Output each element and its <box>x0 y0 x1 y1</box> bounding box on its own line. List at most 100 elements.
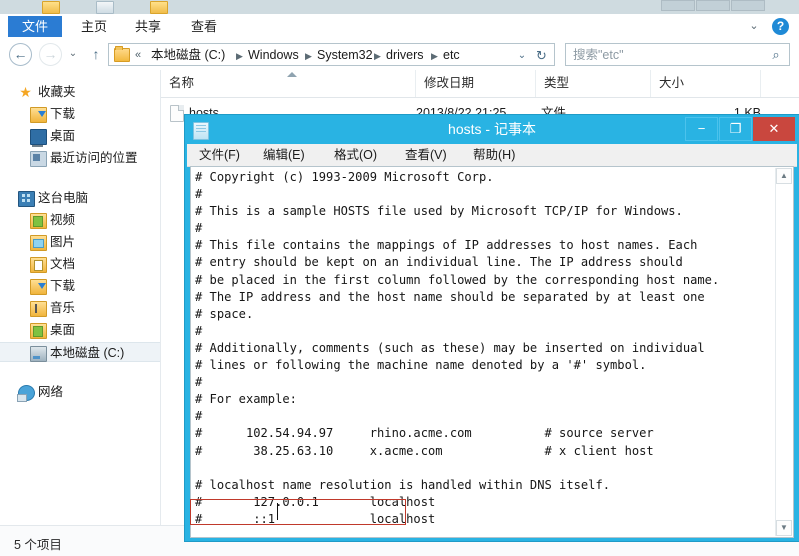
menu-help[interactable]: 帮助(H) <box>473 144 515 166</box>
folder-download-icon <box>30 107 47 123</box>
folder-documents-icon <box>30 257 47 273</box>
sidebar-item-recent-places[interactable]: 最近访问的位置 <box>0 148 160 168</box>
menu-file[interactable]: 文件(F) <box>199 144 240 166</box>
sidebar-item-label: 网络 <box>38 385 64 399</box>
sidebar-item-downloads[interactable]: 下载 <box>0 276 160 296</box>
vertical-scrollbar[interactable]: ▲ ▼ <box>775 168 792 536</box>
address-bar[interactable]: « 本地磁盘 (C:) ▶ Windows ▶ System32 ▶ drive… <box>108 43 555 66</box>
ribbon-tab-bar: 文件 主页 共享 查看 ⌄ ? <box>0 14 799 40</box>
tab-share[interactable]: 共享 <box>126 16 170 37</box>
recent-places-icon <box>30 151 47 167</box>
refresh-icon[interactable]: ↻ <box>534 48 549 63</box>
notepad-menubar: 文件(F) 编辑(E) 格式(O) 查看(V) 帮助(H) <box>187 144 797 167</box>
menu-edit[interactable]: 编辑(E) <box>263 144 305 166</box>
hosts-file-content: # Copyright (c) 1993-2009 Microsoft Corp… <box>195 170 720 526</box>
folder-music-icon <box>30 301 47 317</box>
scroll-up-icon[interactable]: ▲ <box>776 168 792 184</box>
file-icon <box>170 105 184 122</box>
address-bar-row: ← → ⌄ ↑ « 本地磁盘 (C:) ▶ Windows ▶ System32… <box>0 39 799 70</box>
sidebar-item-documents[interactable]: 文档 <box>0 254 160 274</box>
up-button[interactable]: ↑ <box>88 45 104 63</box>
tab-file[interactable]: 文件 <box>8 16 62 37</box>
column-header-modified[interactable]: 修改日期 <box>416 70 536 97</box>
sidebar-item-videos[interactable]: 视频 <box>0 210 160 230</box>
app-icon-3 <box>150 1 168 14</box>
text-caret <box>277 503 278 520</box>
app-icon-1 <box>42 1 60 14</box>
tab-home[interactable]: 主页 <box>72 16 116 37</box>
notepad-titlebar[interactable]: hosts - 记事本 − ❐ ✕ <box>185 115 799 144</box>
breadcrumb-item-0[interactable]: 本地磁盘 (C:) <box>151 47 225 64</box>
sidebar-item-music[interactable]: 音乐 <box>0 298 160 318</box>
search-input[interactable]: 搜索"etc" ⌕ <box>565 43 790 66</box>
app-icon-2 <box>96 1 114 14</box>
this-pc-icon <box>18 191 35 207</box>
sidebar-item-label: 文档 <box>50 257 76 271</box>
sidebar-item-desktop-fav[interactable]: 桌面 <box>0 126 160 147</box>
sidebar-item-label: 这台电脑 <box>38 191 89 205</box>
breadcrumb-sep-2[interactable]: ▶ <box>374 48 381 64</box>
column-header-row: 名称 修改日期 类型 大小 <box>161 70 799 98</box>
sidebar-item-label: 桌面 <box>50 323 76 337</box>
breadcrumb-item-4[interactable]: etc <box>443 47 460 64</box>
search-placeholder: 搜索"etc" <box>573 48 624 62</box>
breadcrumb-sep-3[interactable]: ▶ <box>431 48 438 64</box>
folder-desktop-icon <box>30 323 47 339</box>
sidebar-item-local-disk-c[interactable]: 本地磁盘 (C:) <box>0 342 160 362</box>
help-icon[interactable]: ? <box>772 18 789 35</box>
background-window-minimize[interactable] <box>661 0 695 11</box>
close-button[interactable]: ✕ <box>753 117 795 141</box>
background-window-titlebar <box>0 0 799 15</box>
sidebar-item-label: 本地磁盘 (C:) <box>50 346 125 360</box>
breadcrumb-item-1[interactable]: Windows <box>248 47 299 64</box>
folder-pictures-icon <box>30 235 47 251</box>
column-header-type[interactable]: 类型 <box>536 70 651 97</box>
maximize-button[interactable]: ❐ <box>719 117 752 141</box>
menu-view[interactable]: 查看(V) <box>405 144 447 166</box>
breadcrumb-item-2[interactable]: System32 <box>317 47 373 64</box>
sidebar-item-downloads-fav[interactable]: 下载 <box>0 104 160 124</box>
folder-icon <box>114 46 130 62</box>
recent-locations-icon[interactable]: ⌄ <box>66 47 80 61</box>
breadcrumb-sep-1[interactable]: ▶ <box>305 48 312 64</box>
forward-button[interactable]: → <box>39 43 62 66</box>
item-count-label: 5 个项目 <box>14 538 62 552</box>
sidebar-item-label: 图片 <box>50 235 76 249</box>
tab-view[interactable]: 查看 <box>182 16 226 37</box>
back-button[interactable]: ← <box>9 43 32 66</box>
address-dropdown-icon[interactable]: ⌄ <box>515 49 529 63</box>
notepad-window: hosts - 记事本 − ❐ ✕ 文件(F) 编辑(E) 格式(O) 查看(V… <box>185 115 799 541</box>
chevron-down-icon[interactable]: ⌄ <box>747 20 761 34</box>
navigation-sidebar[interactable]: ★ 收藏夹 下载 桌面 最近访问的位置 这台电脑 视频 图片 文档 下载 音乐 … <box>0 70 160 525</box>
sidebar-item-label: 下载 <box>50 279 76 293</box>
sidebar-item-label: 下载 <box>50 107 76 121</box>
sidebar-item-favorites[interactable]: ★ 收藏夹 <box>0 82 160 102</box>
breadcrumb-item-3[interactable]: drivers <box>386 47 424 64</box>
folder-download-icon <box>30 279 47 295</box>
folder-video-icon <box>30 213 47 229</box>
network-icon <box>17 385 35 402</box>
background-window-close[interactable] <box>731 0 765 11</box>
sidebar-item-label: 收藏夹 <box>38 85 76 99</box>
minimize-button[interactable]: − <box>685 117 718 141</box>
sort-ascending-icon <box>287 72 297 77</box>
drive-icon <box>30 346 47 362</box>
breadcrumb-overflow[interactable]: « <box>135 47 141 64</box>
sidebar-item-pictures[interactable]: 图片 <box>0 232 160 252</box>
breadcrumb-sep-0[interactable]: ▶ <box>236 48 243 64</box>
sidebar-item-network[interactable]: 网络 <box>0 382 160 402</box>
sidebar-item-label: 音乐 <box>50 301 76 315</box>
menu-format[interactable]: 格式(O) <box>334 144 377 166</box>
sidebar-item-desktop[interactable]: 桌面 <box>0 320 160 340</box>
sidebar-item-label: 最近访问的位置 <box>50 151 138 165</box>
scroll-down-icon[interactable]: ▼ <box>776 520 792 536</box>
notepad-text-area[interactable]: # Copyright (c) 1993-2009 Microsoft Corp… <box>190 166 794 538</box>
sidebar-item-this-pc[interactable]: 这台电脑 <box>0 188 160 208</box>
search-icon[interactable]: ⌕ <box>769 47 783 62</box>
desktop-icon <box>30 129 47 147</box>
column-header-size[interactable]: 大小 <box>651 70 761 97</box>
star-icon: ★ <box>19 84 32 100</box>
sidebar-item-label: 桌面 <box>50 129 76 143</box>
sidebar-item-label: 视频 <box>50 213 76 227</box>
background-window-maximize[interactable] <box>696 0 730 11</box>
